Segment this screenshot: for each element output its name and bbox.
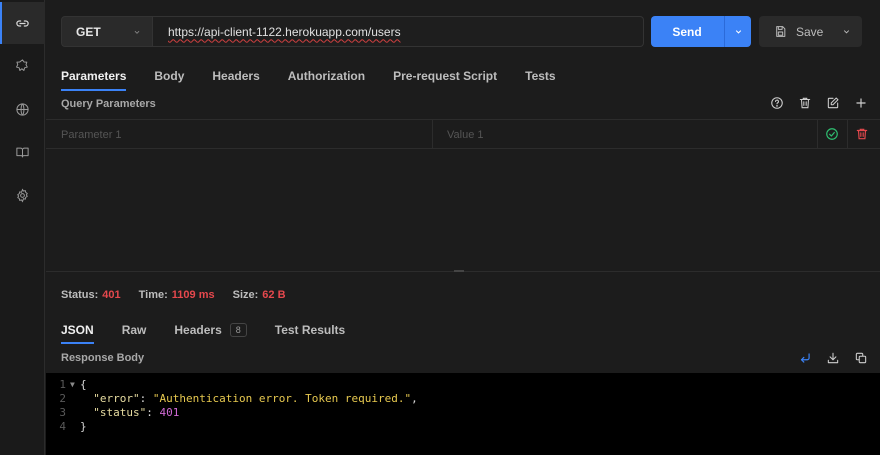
parameter-value-input[interactable]: Value 1 xyxy=(447,120,817,149)
link-icon xyxy=(16,19,29,27)
edit-icon[interactable] xyxy=(826,96,840,110)
plus-icon[interactable] xyxy=(854,96,868,110)
check-circle-icon[interactable] xyxy=(825,127,839,141)
status-value: 401 xyxy=(102,289,121,301)
code-key: "error" xyxy=(93,392,140,405)
response-tabs: JSON Raw Headers 8 Test Results xyxy=(61,323,373,344)
code-string: "Authentication error. Token required." xyxy=(152,392,412,405)
tab-raw[interactable]: Raw xyxy=(122,323,147,343)
line-number: 1 xyxy=(59,378,66,391)
size-group: Size: 62 B xyxy=(233,289,286,301)
code-number: 401 xyxy=(159,406,180,419)
sidebar-item-settings[interactable] xyxy=(0,174,45,216)
response-body-actions xyxy=(784,351,868,365)
method-value: GET xyxy=(76,24,101,39)
response-status-line: Status: 401 Time: 1109 ms Size: 62 B xyxy=(61,289,304,301)
tab-raw-label: Raw xyxy=(121,323,147,337)
save-label: Save xyxy=(796,24,824,39)
settings-icon xyxy=(17,187,28,203)
query-parameters-actions xyxy=(756,96,868,110)
code-key: "status" xyxy=(93,406,147,419)
chevron-down-icon xyxy=(134,30,140,34)
line-number: 4 xyxy=(59,420,66,433)
copy-icon[interactable] xyxy=(854,351,868,365)
help-icon[interactable] xyxy=(770,96,784,110)
code-line: 3 "status": 401 xyxy=(46,406,880,420)
save-button[interactable]: Save xyxy=(759,16,862,47)
globe-icon xyxy=(16,102,29,116)
code-line: 2 "error": "Authentication error. Token … xyxy=(46,392,880,406)
chevron-down-icon[interactable] xyxy=(733,26,744,37)
line-number: 3 xyxy=(59,406,66,419)
time-group: Time: 1109 ms xyxy=(139,289,215,301)
request-tabs: Parameters Body Headers Authorization Pr… xyxy=(61,69,584,91)
code-line: 4 } xyxy=(46,420,880,434)
line-number: 2 xyxy=(59,392,66,405)
sidebar-item-environments[interactable] xyxy=(0,88,45,130)
time-value: 1109 ms xyxy=(171,289,215,301)
headers-count-badge: 8 xyxy=(229,323,247,337)
collections-icon xyxy=(16,58,28,71)
size-label: Size: xyxy=(232,289,259,301)
code-token: } xyxy=(80,420,87,433)
tab-tests[interactable]: Tests xyxy=(525,69,555,89)
sidebar-item-docs[interactable] xyxy=(0,131,45,173)
trash-icon[interactable] xyxy=(798,96,812,110)
code-token: { xyxy=(80,378,87,391)
tab-json[interactable]: JSON xyxy=(61,323,94,344)
response-body-code[interactable]: 1 ▼{ 2 "error": "Authentication error. To… xyxy=(46,373,880,455)
parameter-key-input[interactable]: Parameter 1 xyxy=(61,120,431,149)
query-parameters-title: Query Parameters xyxy=(61,98,156,110)
send-button[interactable]: Send xyxy=(651,16,751,47)
status-group: Status: 401 xyxy=(61,289,121,301)
send-label: Send xyxy=(672,24,702,39)
url-value: https://api-client-1122.herokuapp.com/us… xyxy=(168,24,401,39)
code-line: 1 ▼{ xyxy=(46,378,880,392)
tab-test-results-label: Test Results xyxy=(274,323,346,337)
tab-parameters[interactable]: Parameters xyxy=(61,69,127,91)
method-select[interactable]: GET xyxy=(61,16,153,47)
fold-toggle-icon[interactable]: ▼ xyxy=(70,378,80,392)
time-label: Time: xyxy=(138,289,168,301)
splitter-handle[interactable] xyxy=(454,270,464,272)
column-divider xyxy=(847,120,848,149)
wrap-icon[interactable] xyxy=(798,351,812,365)
trash-icon[interactable] xyxy=(855,127,869,141)
column-divider xyxy=(432,120,433,149)
tab-headers-label: Headers xyxy=(174,323,222,337)
tab-response-headers[interactable]: Headers 8 xyxy=(174,323,247,343)
column-divider xyxy=(817,120,818,149)
size-value: 62 B xyxy=(262,289,286,301)
query-parameter-row: Parameter 1 Value 1 xyxy=(46,119,880,149)
response-body-title: Response Body xyxy=(61,352,145,364)
status-label: Status: xyxy=(61,289,99,301)
tab-json-label: JSON xyxy=(61,323,94,337)
tab-body[interactable]: Body xyxy=(154,69,184,89)
sidebar-item-collections[interactable] xyxy=(0,44,45,86)
chevron-down-icon[interactable] xyxy=(841,26,852,37)
sidebar-item-requests[interactable] xyxy=(0,2,45,44)
tab-headers[interactable]: Headers xyxy=(212,69,259,89)
url-input[interactable]: https://api-client-1122.herokuapp.com/us… xyxy=(153,16,644,47)
sidebar xyxy=(0,0,45,455)
tab-authorization[interactable]: Authorization xyxy=(288,69,365,89)
tab-pre-request-script[interactable]: Pre-request Script xyxy=(393,69,497,89)
tab-test-results[interactable]: Test Results xyxy=(275,323,345,343)
book-icon xyxy=(16,147,29,157)
main-panel: GET https://api-client-1122.herokuapp.co… xyxy=(46,0,880,455)
floppy-disk-icon xyxy=(776,26,786,37)
send-divider xyxy=(724,16,725,47)
download-icon[interactable] xyxy=(826,351,840,365)
